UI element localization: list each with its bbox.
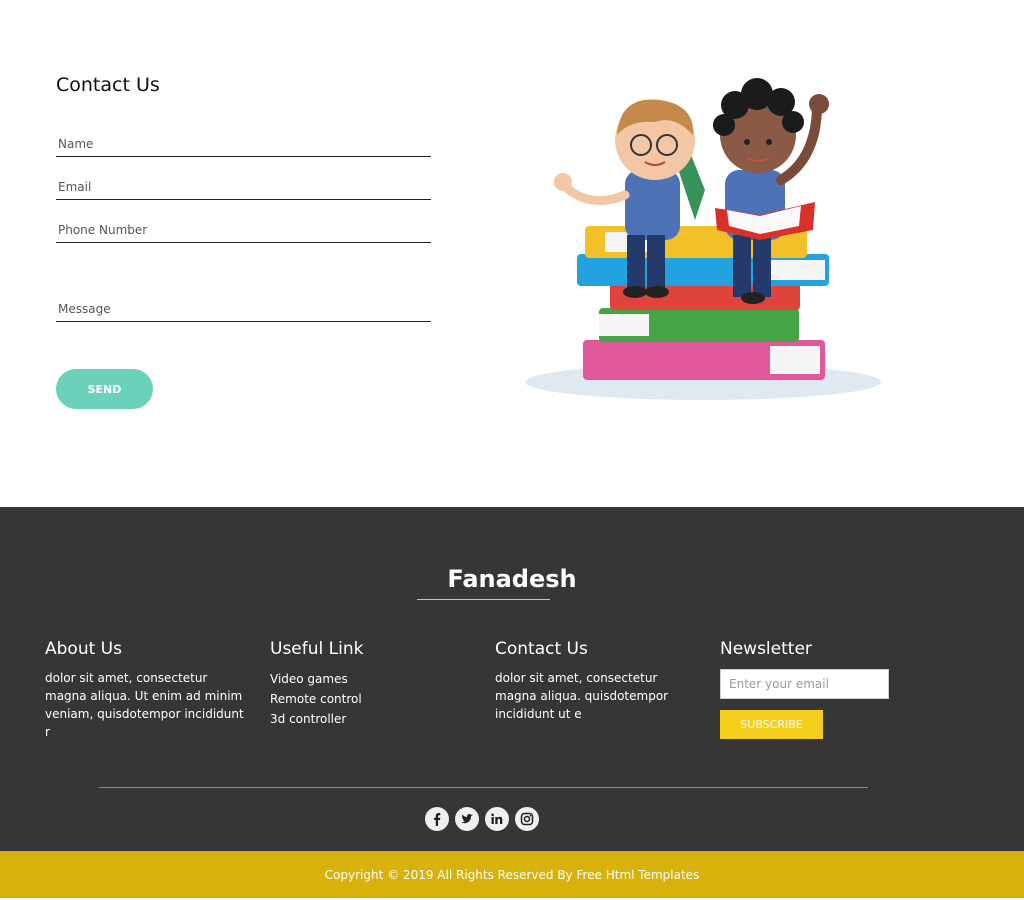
footer: Fanadesh About Us dolor sit amet, consec… (0, 507, 1024, 851)
footer-divider (99, 787, 868, 788)
footer-contact-column: Contact Us dolor sit amet, consectetur m… (495, 639, 680, 723)
newsletter-column: Newsletter (720, 639, 920, 669)
facebook-icon[interactable] (424, 806, 450, 832)
contact-title: Contact Us (56, 74, 160, 96)
footer-brand: Fanadesh (447, 565, 577, 593)
contact-section: Contact Us Name Email Phone Number Messa… (0, 0, 1024, 507)
brand-underline (417, 599, 550, 600)
phone-placeholder: Phone Number (58, 223, 148, 237)
phone-field[interactable]: Phone Number (56, 219, 431, 243)
about-column: About Us dolor sit amet, consectetur mag… (45, 639, 250, 741)
useful-links-column: Useful Link Video games Remote control 3… (270, 639, 460, 729)
footer-contact-text: dolor sit amet, consectetur magna aliqua… (495, 671, 669, 721)
link-video-games[interactable]: Video games (270, 669, 460, 689)
about-title: About Us (45, 639, 122, 659)
about-text: dolor sit amet, consectetur magna aliqua… (45, 671, 244, 739)
instagram-icon[interactable] (514, 806, 540, 832)
useful-title: Useful Link (270, 639, 364, 659)
newsletter-email-input[interactable]: Enter your email (720, 669, 889, 699)
footer-contact-title: Contact Us (495, 639, 588, 659)
newsletter-title: Newsletter (720, 639, 812, 659)
kids-on-books-illustration (525, 78, 881, 400)
name-field[interactable]: Name (56, 133, 431, 157)
twitter-icon[interactable] (454, 806, 480, 832)
message-field[interactable]: Message (56, 298, 431, 322)
link-3d-controller[interactable]: 3d controller (270, 709, 460, 729)
name-placeholder: Name (58, 137, 94, 151)
social-links (424, 806, 540, 832)
send-button[interactable]: SEND (56, 369, 153, 409)
email-placeholder: Email (58, 180, 92, 194)
linkedin-icon[interactable] (484, 806, 510, 832)
subscribe-button[interactable]: SUBSCRIBE (720, 710, 823, 739)
email-field[interactable]: Email (56, 176, 431, 200)
copyright-bar: Copyright © 2019 All Rights Reserved By … (0, 851, 1024, 898)
message-placeholder: Message (58, 302, 111, 316)
link-remote-control[interactable]: Remote control (270, 689, 460, 709)
copyright-text: Copyright © 2019 All Rights Reserved By … (324, 867, 700, 882)
